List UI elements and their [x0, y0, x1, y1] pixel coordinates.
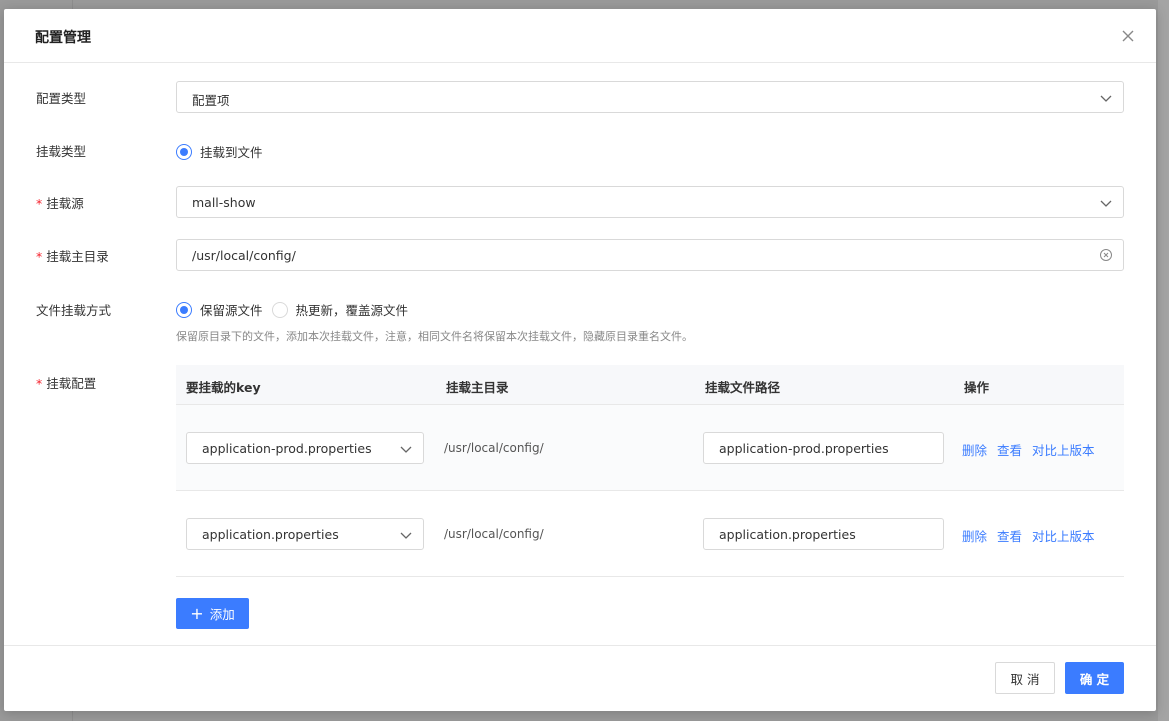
dialog-title: 配置管理 [35, 30, 91, 46]
required-asterisk: * [36, 249, 43, 264]
file-path-value: application-prod.properties [719, 441, 889, 456]
file-path-value: application.properties [719, 527, 856, 542]
compare-link[interactable]: 对比上版本 [1032, 440, 1095, 459]
mount-config-label: * 挂载配置 [36, 376, 97, 391]
file-path-input[interactable]: application-prod.properties [703, 432, 944, 464]
delete-link[interactable]: 删除 [962, 440, 987, 459]
keep-source-label: 保留源文件 [200, 303, 263, 318]
add-button-label: 添加 [209, 607, 235, 622]
view-link[interactable]: 查看 [997, 440, 1022, 459]
mount-to-file-label: 挂载到文件 [200, 145, 263, 160]
hot-update-label: 热更新，覆盖源文件 [295, 303, 409, 318]
row-actions: 删除 查看 对比上版本 [962, 440, 1095, 459]
mount-dir-cell: /usr/local/config/ [444, 527, 544, 541]
mount-config-table: 要挂载的key 挂载主目录 挂载文件路径 操作 application-prod… [176, 365, 1124, 577]
config-type-select[interactable]: 配置项 [176, 81, 1124, 113]
key-select[interactable]: application-prod.properties [186, 432, 424, 464]
file-path-input[interactable]: application.properties [703, 518, 944, 550]
required-asterisk: * [36, 196, 43, 211]
mount-dir-input[interactable]: /usr/local/config/ [176, 239, 1124, 271]
radio-checked-icon [176, 301, 192, 318]
file-mount-mode-label: 文件挂载方式 [36, 303, 112, 318]
mount-source-label: * 挂载源 [36, 196, 84, 211]
file-mount-mode-hint: 保留原目录下的文件，添加本次挂载文件，注意，相同文件名将保留本次挂载文件，隐藏原… [176, 330, 693, 343]
plus-icon: + [190, 603, 204, 623]
row-actions: 删除 查看 对比上版本 [962, 526, 1095, 545]
delete-link[interactable]: 删除 [962, 526, 987, 545]
mount-dir-label: * 挂载主目录 [36, 249, 109, 264]
mount-dir-cell: /usr/local/config/ [444, 441, 544, 455]
hot-update-radio[interactable]: 热更新，覆盖源文件 [271, 300, 409, 319]
keep-source-radio[interactable]: 保留源文件 [176, 300, 263, 319]
close-icon[interactable] [1120, 28, 1136, 44]
confirm-button[interactable]: 确 定 [1065, 662, 1124, 694]
config-type-value: 配置项 [192, 93, 230, 108]
mount-type-radio-group: 挂载到文件 [176, 142, 272, 161]
key-value: application.properties [202, 527, 339, 542]
column-header-dir: 挂载主目录 [446, 380, 509, 395]
compare-link[interactable]: 对比上版本 [1032, 526, 1095, 545]
view-link[interactable]: 查看 [997, 526, 1022, 545]
mount-type-label: 挂载类型 [36, 144, 87, 159]
key-select[interactable]: application.properties [186, 518, 424, 550]
key-value: application-prod.properties [202, 441, 372, 456]
radio-checked-icon [176, 143, 192, 160]
chevron-down-icon [1100, 200, 1112, 207]
mount-to-file-radio[interactable]: 挂载到文件 [176, 142, 263, 161]
chevron-down-icon [400, 532, 412, 539]
mount-source-value: mall-show [192, 195, 256, 210]
clear-icon[interactable] [1099, 248, 1113, 262]
chevron-down-icon [400, 446, 412, 453]
radio-unchecked-icon [271, 301, 288, 318]
mount-source-select[interactable]: mall-show [176, 186, 1124, 218]
mount-dir-value: /usr/local/config/ [192, 248, 296, 263]
backdrop-edge [1158, 0, 1169, 721]
file-mount-mode-radio-group: 保留源文件 热更新，覆盖源文件 [176, 300, 417, 319]
required-asterisk: * [36, 376, 43, 391]
column-header-path: 挂载文件路径 [705, 380, 781, 395]
chevron-down-icon [1100, 95, 1112, 102]
table-row: application-prod.properties /usr/local/c… [176, 405, 1124, 491]
dialog-header: 配置管理 [4, 9, 1156, 63]
table-header: 要挂载的key 挂载主目录 挂载文件路径 操作 [176, 365, 1124, 405]
dialog-footer: 取 消 确 定 [4, 645, 1156, 711]
config-management-dialog: 配置管理 配置类型 配置项 挂载类型 挂载到文件 * 挂载源 mall-show … [4, 9, 1156, 711]
add-button[interactable]: + 添加 [176, 598, 249, 629]
cancel-button[interactable]: 取 消 [995, 662, 1055, 694]
table-row: application.properties /usr/local/config… [176, 491, 1124, 577]
column-header-actions: 操作 [964, 380, 990, 395]
column-header-key: 要挂载的key [186, 380, 261, 395]
config-type-label: 配置类型 [36, 91, 87, 106]
